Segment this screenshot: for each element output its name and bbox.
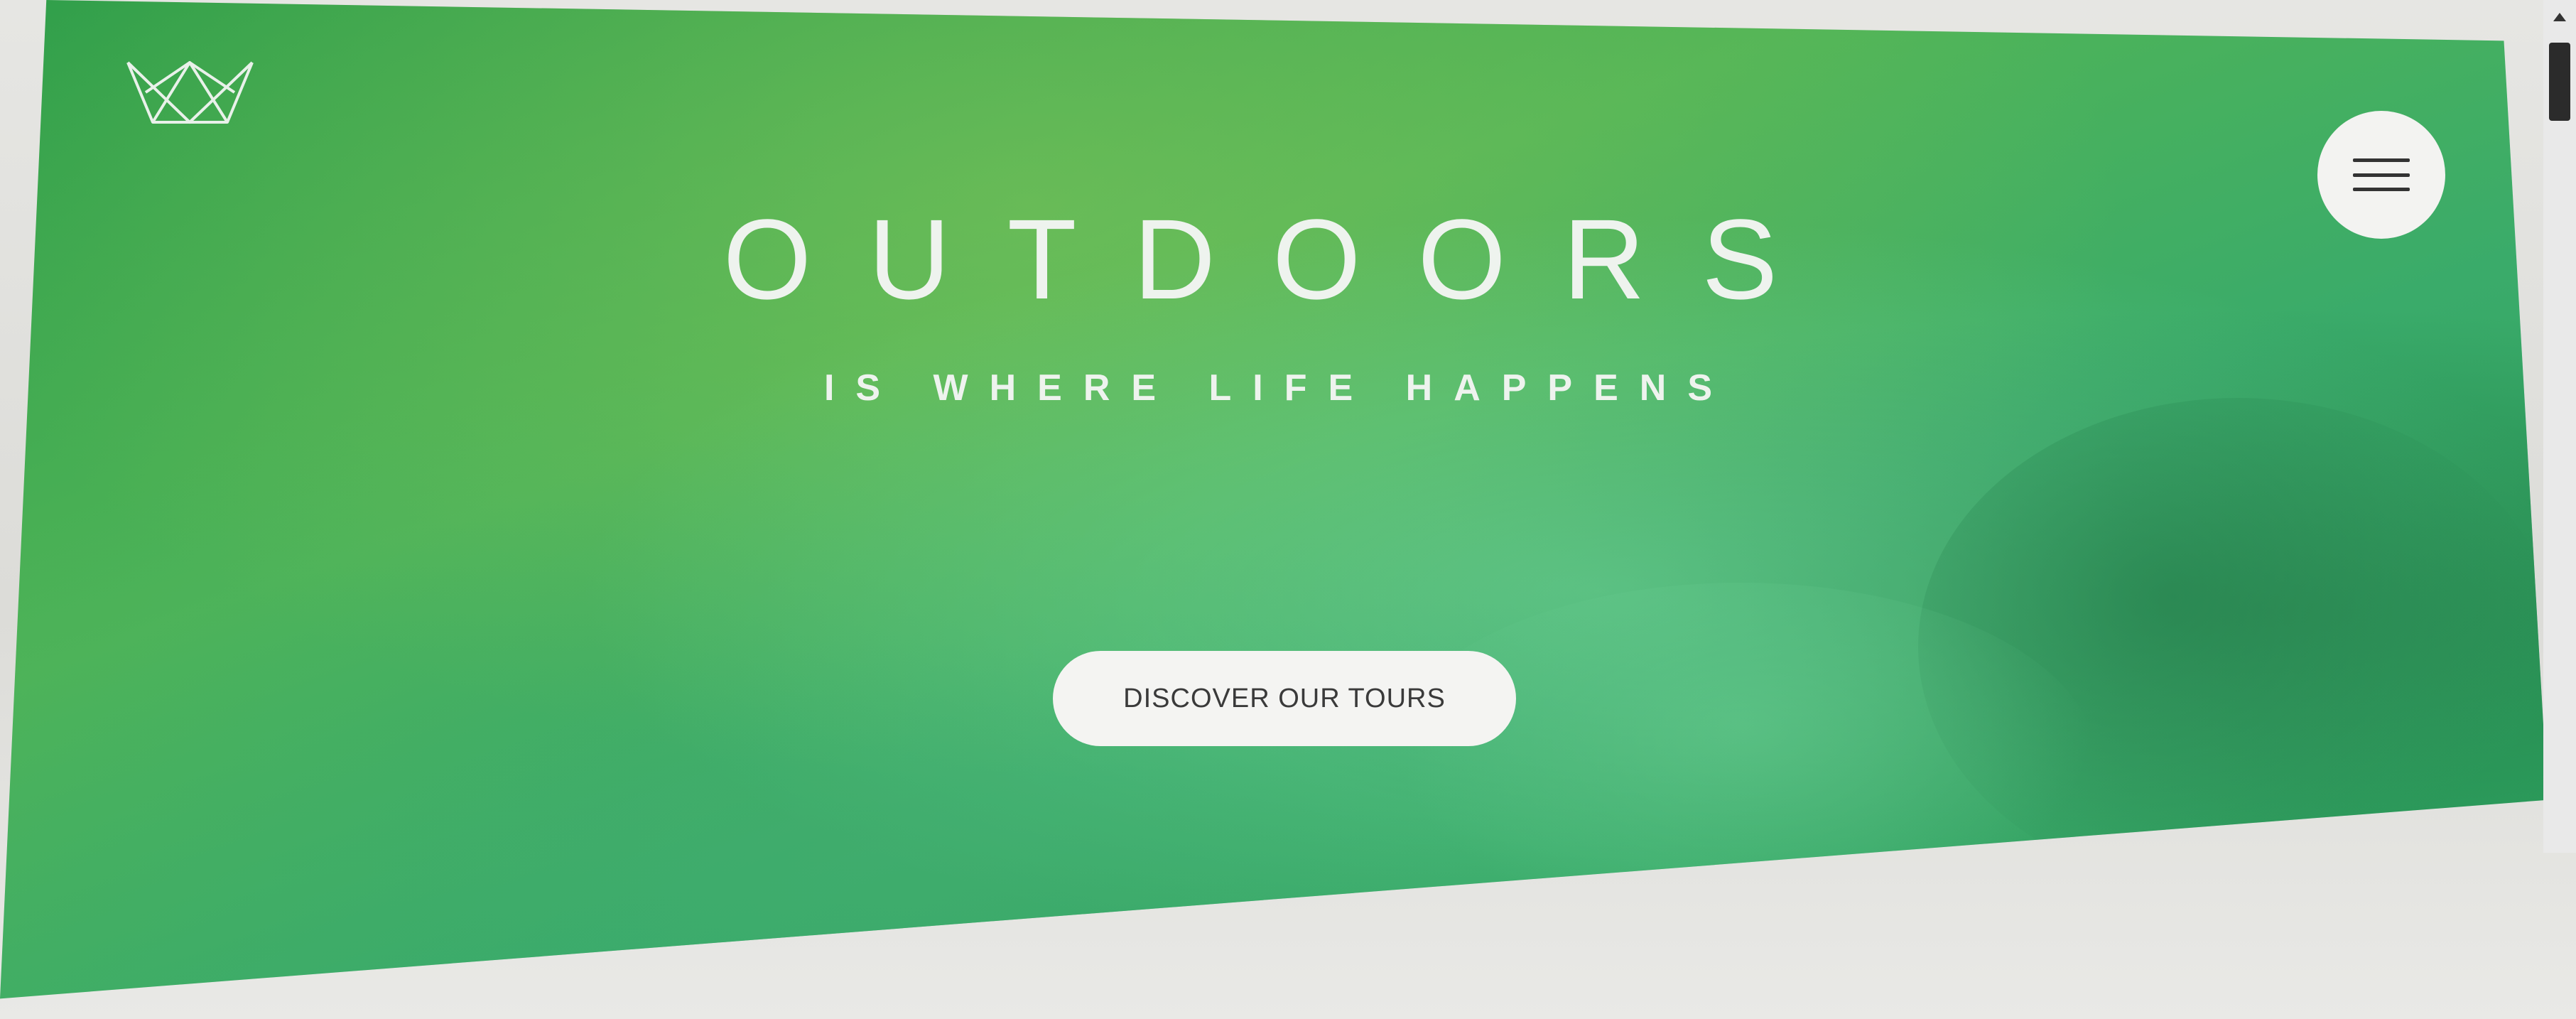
browser-viewport: OUTDOORS IS WHERE LIFE HAPPENS DISCOVER … — [0, 0, 2576, 1019]
discover-tours-button[interactable]: DISCOVER OUR TOURS — [1053, 651, 1516, 746]
page-scrollbar[interactable] — [2543, 0, 2576, 853]
scrollbar-thumb[interactable] — [2549, 43, 2570, 121]
hero-section: OUTDOORS IS WHERE LIFE HAPPENS DISCOVER … — [0, 0, 2548, 999]
hamburger-menu-icon — [2353, 158, 2410, 191]
crown-logo-icon[interactable] — [124, 57, 256, 128]
hero-subtitle: IS WHERE LIFE HAPPENS — [823, 367, 1734, 409]
hero-background-water — [1385, 583, 2096, 938]
hero-title: OUTDOORS — [723, 195, 1835, 323]
scroll-up-arrow-icon[interactable] — [2553, 13, 2566, 21]
menu-button[interactable] — [2317, 111, 2445, 239]
